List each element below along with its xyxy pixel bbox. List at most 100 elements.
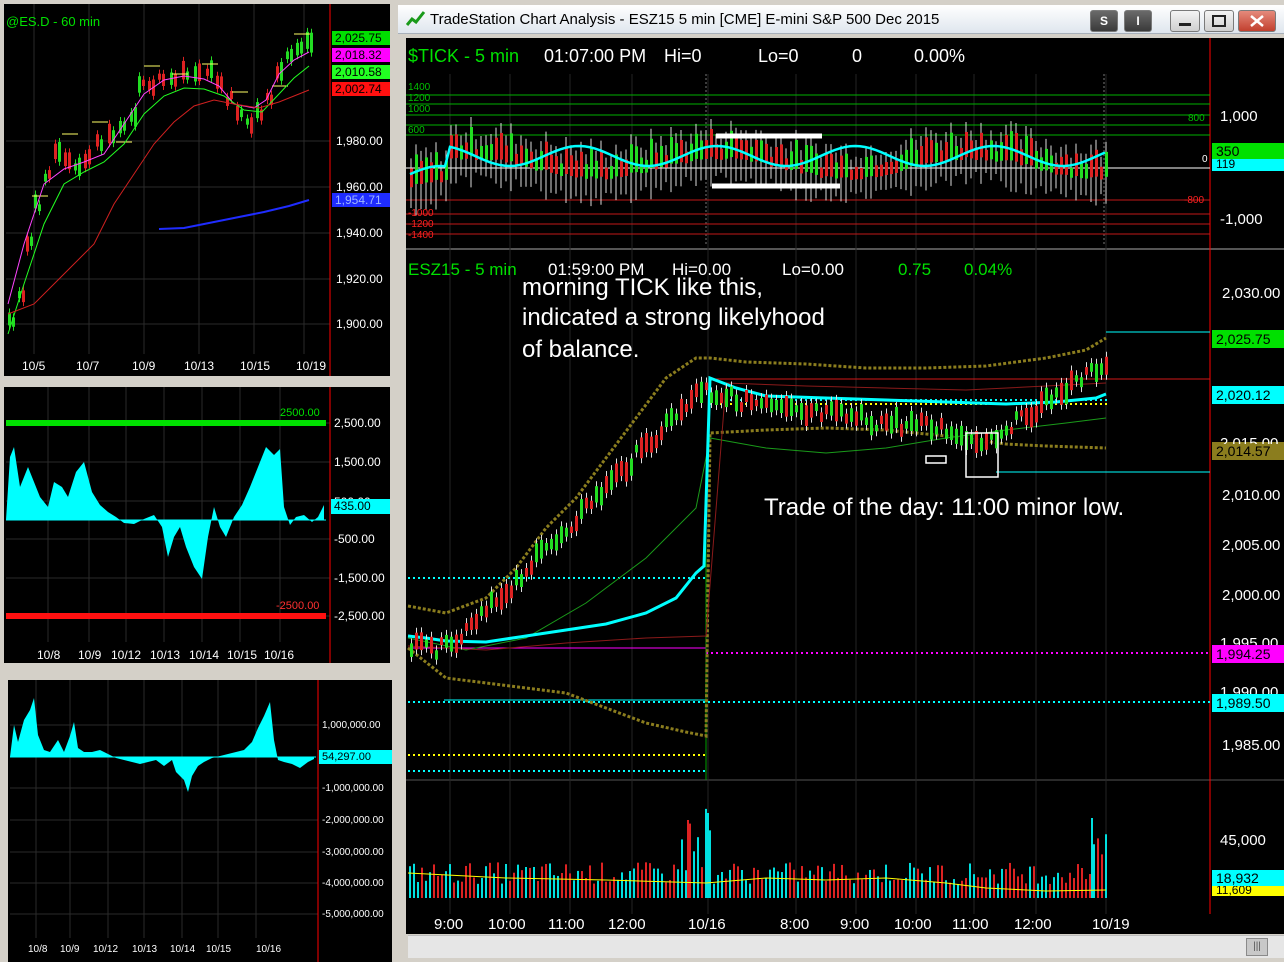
candle-body [420,632,423,651]
tick-body [870,155,873,177]
tick-body [1085,163,1088,179]
candle-body [465,623,468,632]
candle-body [1075,375,1078,382]
tick-body [1025,135,1028,165]
candle-body [875,424,878,432]
tick-body [935,142,938,163]
tick-body [485,145,488,160]
tick-body [520,145,523,166]
candle-body [745,390,748,402]
candle-body [1060,382,1063,405]
badge-2010-58: 2,010.58 [332,65,390,79]
candle-body [48,170,51,179]
candle-body [950,426,953,441]
volume-bars [409,808,1107,898]
candle-body [78,157,81,177]
grid [6,4,330,354]
tick-badge-350: 350 [1212,143,1284,159]
tick-time: 01:07:00 PM [544,46,647,66]
candle-body [1100,363,1103,375]
candle-body [158,73,161,80]
candle-body [835,399,838,422]
candle-body [735,394,738,412]
time-tick: 10/19 [1092,916,1130,933]
tick-body [585,164,588,179]
candle-body [525,567,528,577]
ma-green-thin [407,417,1107,651]
s-button[interactable]: S [1090,10,1118,32]
tick-symbol: $TICK - 5 min [408,46,520,66]
candle-body [250,117,253,134]
current-value-badge: 54,297.00 [319,750,392,764]
candle-body [194,66,197,82]
cumulative-area [10,698,314,792]
level-minus-1200: -1200 [408,219,434,230]
level-600: 600 [408,125,425,136]
time-tick: 10:00 [894,916,932,933]
tick-body [705,140,708,159]
close-button[interactable] [1238,10,1276,32]
candle-body [510,585,513,599]
maximize-button[interactable] [1204,10,1234,32]
candle-body [570,526,573,533]
candle-body [300,41,303,54]
candle-body [850,408,853,422]
candle-body [1045,387,1048,406]
tick-body [710,129,713,157]
candle-body [1005,425,1008,436]
candle-body [970,434,973,445]
candle-body [960,425,963,446]
candle-body [565,527,568,537]
tick-body [825,153,828,177]
candle-body [675,413,678,421]
window-titlebar[interactable]: TradeStation Chart Analysis - ESZ15 5 mi… [398,5,1284,34]
inner-0: 0 [1202,154,1208,165]
tick-body [980,132,983,158]
candle-body [645,433,648,453]
candle-body [174,74,177,87]
candle-body [1040,391,1043,414]
horizontal-scrollbar[interactable]: ||| [408,935,1284,958]
candle-body [460,633,463,645]
oscillator-chart-1[interactable]: 2,500.00 1,500.00 -500.00 -1,500.00 -2,500.0… [4,387,390,663]
candle-body [840,403,843,417]
es-badge-1989-50: 1,989.50 [1212,694,1284,712]
minimize-button[interactable] [1170,10,1200,32]
candle-body [905,421,908,429]
tick-body [490,144,493,161]
date-tick: 10/9 [78,648,102,662]
tick-body [790,151,793,171]
value-tick: -1,500.00 [334,571,385,585]
candle-body [755,399,758,407]
candle-body [585,497,588,509]
tick-body [595,160,598,179]
i-button[interactable]: I [1124,10,1152,32]
date-tick: 10/8 [28,944,48,955]
tick-body [635,146,638,173]
value-tick: 1,500.00 [334,455,381,469]
candle-body [290,48,293,62]
candle-body [480,606,483,616]
oscillator-chart-2[interactable]: 1,000,000.00 -1,000,000.00 -2,000,000.00 -3… [8,680,392,962]
candle-body [38,204,41,212]
badge-2025-75: 2,025.75 [332,31,390,45]
candle-body [540,539,543,559]
tick-body [590,148,593,177]
main-chart-area[interactable]: 2,030.00 2,010.00 2,005.00 2,000.00 1,985.00… [406,38,1284,934]
lower-band-line [6,613,326,619]
candle-body [1025,407,1028,426]
candle-body [310,32,313,53]
candle-body [790,398,793,416]
tick-body [1100,166,1103,180]
level-minus-1000: -1000 [408,208,434,219]
es-60min-chart[interactable]: 1,980.00 1,960.00 1,940.00 1,920.00 1,900.00… [4,4,390,376]
tick-body [495,137,498,160]
candle-body [1020,410,1023,417]
candle-body [930,419,933,440]
candle-body [920,412,923,426]
scroll-thumb[interactable]: ||| [1246,938,1268,956]
candle-body [770,398,773,413]
candle-body [30,236,33,246]
date-tick: 10/12 [111,648,141,662]
time-axis: 9:00 10:00 11:00 12:00 10/16 8:00 9:00 10:00 11:… [434,916,1130,933]
